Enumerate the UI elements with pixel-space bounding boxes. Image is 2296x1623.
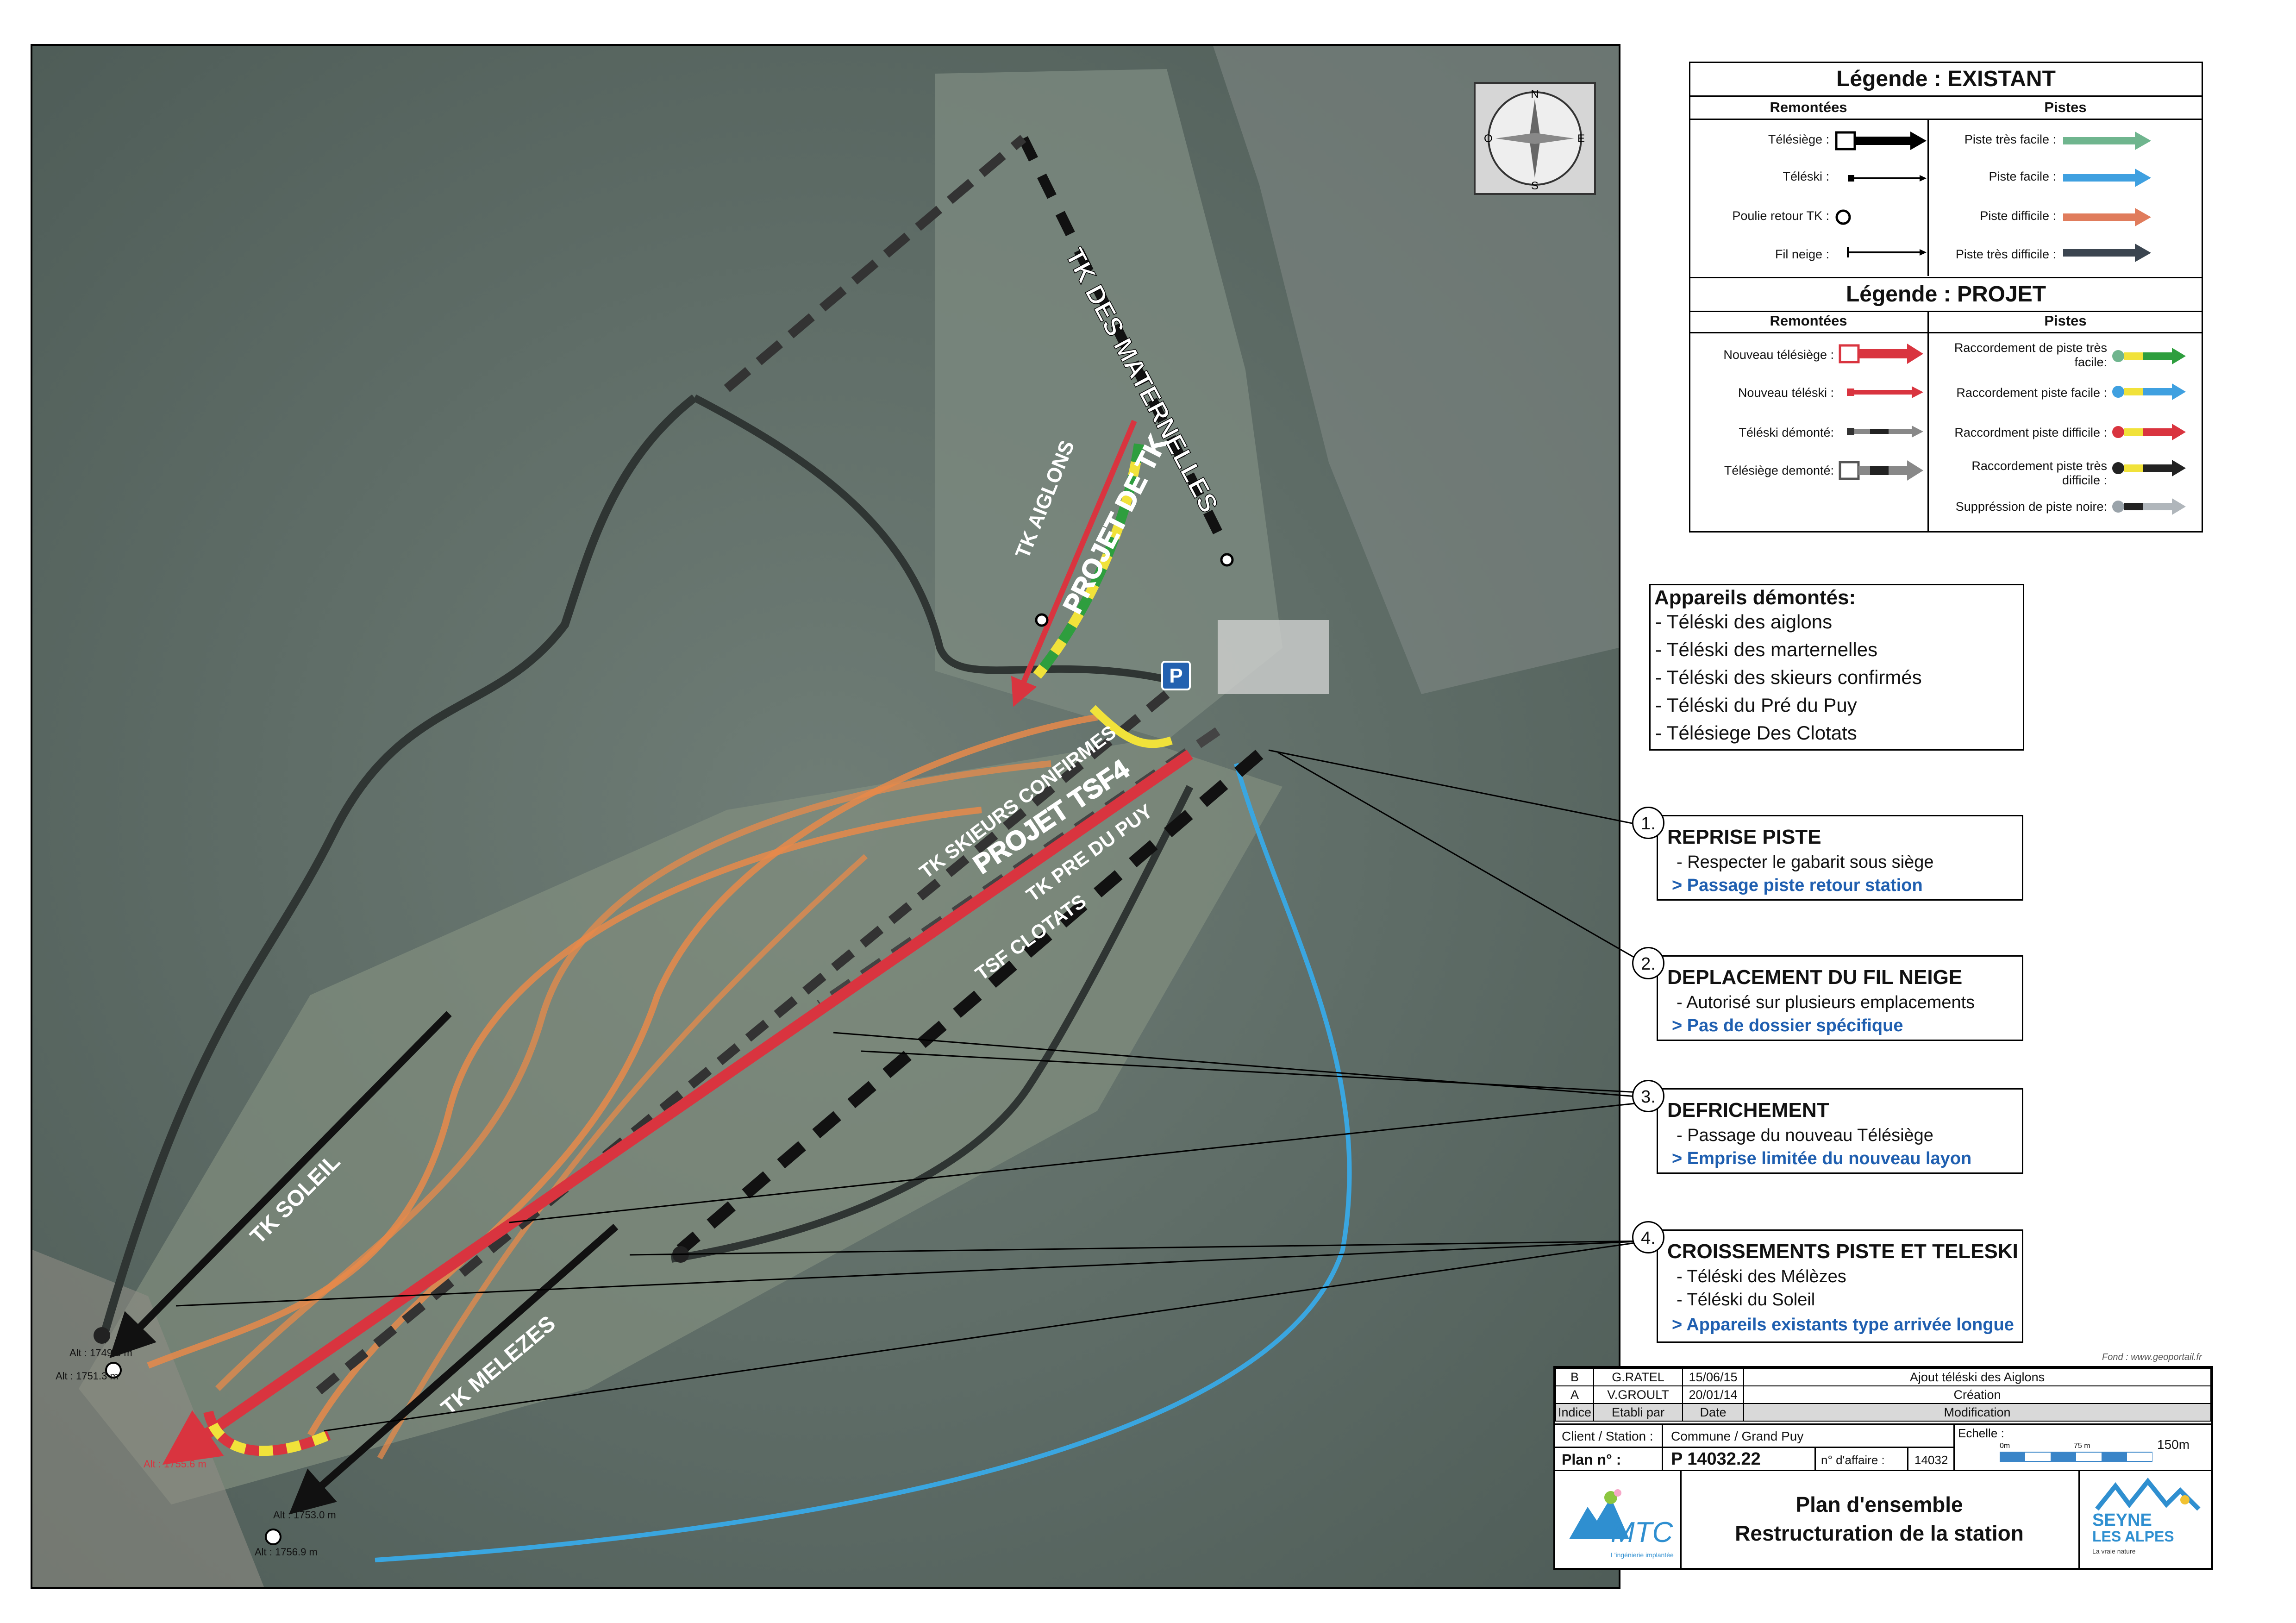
- seyne-logo-1: SEYNE: [2092, 1510, 2152, 1530]
- note-highlight: > Emprise limitée du nouveau layon: [1672, 1149, 1972, 1168]
- note-highlight: > Appareils existants type arrivée longu…: [1672, 1315, 2014, 1335]
- mtc-logo-sub: L'ingénierie implantée: [1611, 1551, 1674, 1559]
- note-title: DEFRICHEMENT: [1667, 1099, 1829, 1122]
- rev-modif: Ajout téléski des Aiglons: [1743, 1368, 2211, 1386]
- client-label: Client / Station :: [1562, 1429, 1653, 1443]
- plan-label: Plan n° :: [1562, 1451, 1621, 1468]
- affaire-label: n° d'affaire :: [1821, 1453, 1885, 1467]
- note-title: REPRISE PISTE: [1667, 826, 1821, 848]
- note-line: - Téléski du Soleil: [1677, 1290, 1815, 1310]
- seyne-logo-2: LES ALPES: [2092, 1528, 2174, 1545]
- rev-header-date: Date: [1682, 1403, 1744, 1422]
- rev-par: V.GROULT: [1593, 1385, 1683, 1404]
- rev-header-par: Etabli par: [1593, 1403, 1683, 1422]
- note-croisements: CROISSEMENTS PISTE ET TELESKI - Téléski …: [1657, 1229, 2023, 1343]
- note-title: DEPLACEMENT DU FIL NEIGE: [1667, 966, 1963, 989]
- affaire-value: 14032: [1914, 1453, 1948, 1467]
- note-line: - Respecter le gabarit sous siège: [1677, 852, 1934, 872]
- note-defrichement: DEFRICHEMENT - Passage du nouveau Télési…: [1657, 1088, 2023, 1174]
- echelle-label: Echelle :: [1958, 1426, 2004, 1440]
- note-number: 3.: [1632, 1080, 1664, 1112]
- note-highlight: > Pas de dossier spécifique: [1672, 1016, 1903, 1035]
- rev-indice: B: [1555, 1368, 1594, 1386]
- rev-indice: A: [1555, 1385, 1594, 1404]
- note-line: - Téléski des Mélèzes: [1677, 1267, 1846, 1286]
- note-number: 1.: [1632, 807, 1664, 839]
- scale-150: 150m: [2157, 1437, 2190, 1452]
- plan-subtitle: Restructuration de la station: [1735, 1521, 2024, 1545]
- rev-modif: Création: [1743, 1385, 2211, 1404]
- note-title: CROISSEMENTS PISTE ET TELESKI: [1667, 1240, 2018, 1263]
- fond-credit: Fond : www.geoportail.fr: [2102, 1352, 2202, 1362]
- rev-header-indice: Indice: [1555, 1403, 1594, 1422]
- scale-0: 0m: [2000, 1442, 2010, 1450]
- mtc-logo-text: MTC: [1611, 1516, 1673, 1548]
- seyne-logo-sub: La vraie nature: [2092, 1548, 2136, 1555]
- rev-par: G.RATEL: [1593, 1368, 1683, 1386]
- note-line: - Passage du nouveau Télésiège: [1677, 1126, 1933, 1145]
- client-value: Commune / Grand Puy: [1671, 1429, 1804, 1443]
- cartouche: B G.RATEL 15/06/15 Ajout téléski des Aig…: [1553, 1366, 2213, 1570]
- scale-75: 75 m: [2074, 1442, 2090, 1450]
- note-deplacement-fil-neige: DEPLACEMENT DU FIL NEIGE - Autorisé sur …: [1657, 955, 2023, 1041]
- plan-value: P 14032.22: [1671, 1449, 1761, 1469]
- note-number: 2.: [1632, 947, 1664, 979]
- revision-table: B G.RATEL 15/06/15 Ajout téléski des Aig…: [1555, 1368, 2211, 1422]
- plan-title: Plan d'ensemble: [1796, 1492, 1963, 1516]
- scale-bar: [2000, 1452, 2152, 1462]
- rev-header-modif: Modification: [1743, 1403, 2211, 1422]
- note-reprise-piste: REPRISE PISTE - Respecter le gabarit sou…: [1657, 815, 2023, 901]
- rev-date: 15/06/15: [1682, 1368, 1744, 1386]
- note-highlight: > Passage piste retour station: [1672, 876, 1923, 895]
- rev-date: 20/01/14: [1682, 1385, 1744, 1404]
- seyne-logo-mark: [2095, 1477, 2201, 1511]
- note-line: - Autorisé sur plusieurs emplacements: [1677, 993, 1975, 1012]
- note-number: 4.: [1632, 1221, 1664, 1253]
